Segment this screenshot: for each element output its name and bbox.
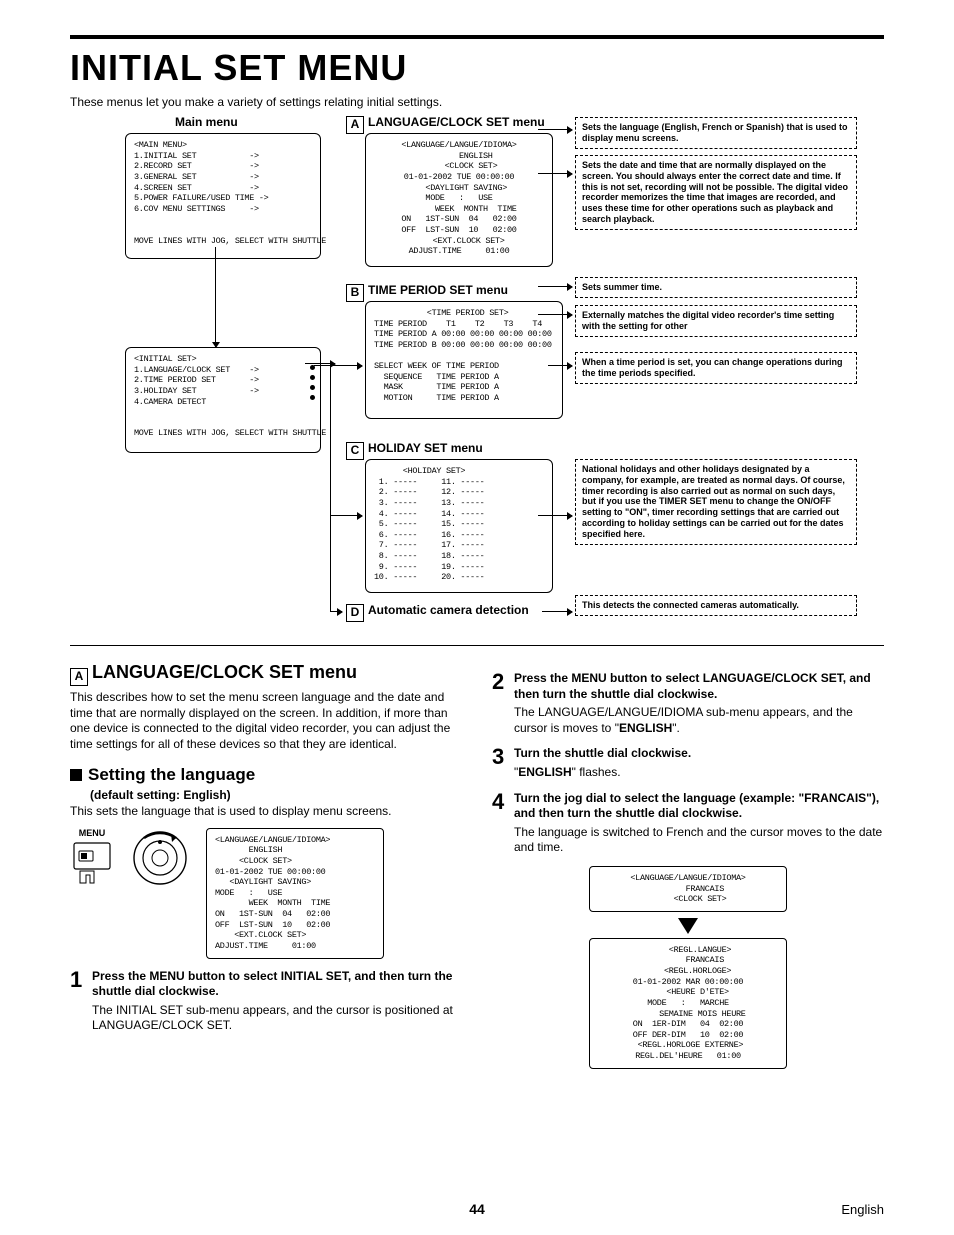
- menu-button-icon: MENU: [70, 828, 114, 886]
- initial-set-screen: <INITIAL SET> 1.LANGUAGE/CLOCK SET -> 2.…: [125, 347, 321, 453]
- black-square-icon: [70, 769, 82, 781]
- down-arrow-icon: [676, 914, 700, 936]
- step-2: 2 Press the MENU button to select LANGUA…: [492, 671, 884, 736]
- letter-b-icon: B: [346, 284, 364, 302]
- right-column: 2 Press the MENU button to select LANGUA…: [492, 661, 884, 1069]
- mini-screen-a: <LANGUAGE/LANGUE/IDIOMA> ENGLISH <CLOCK …: [206, 828, 384, 959]
- intro-text: These menus let you make a variety of se…: [70, 95, 884, 109]
- left-column: ALANGUAGE/CLOCK SET menu This describes …: [70, 661, 462, 1069]
- menu-diagram: Main menu ALANGUAGE/CLOCK SET menu BTIME…: [70, 115, 884, 655]
- letter-d-icon: D: [346, 604, 364, 622]
- french-screen-bottom: <REGL.LANGUE> FRANCAIS <REGL.HORLOGE> 01…: [589, 938, 787, 1069]
- callout-a2: Sets the date and time that are normally…: [575, 155, 857, 230]
- menu-a-screen: <LANGUAGE/LANGUE/IDIOMA> ENGLISH <CLOCK …: [365, 133, 553, 267]
- step-3: 3 Turn the shuttle dial clockwise. "ENGL…: [492, 746, 884, 780]
- callout-a3: Sets summer time.: [575, 277, 857, 298]
- step-2-number: 2: [492, 671, 508, 736]
- step-3-text: "ENGLISH" flashes.: [514, 765, 884, 781]
- step-2-head: Press the MENU button to select LANGUAGE…: [514, 671, 884, 702]
- callout-d: This detects the connected cameras autom…: [575, 595, 857, 616]
- step-1: 1 Press the MENU button to select INITIA…: [70, 969, 462, 1034]
- page-number: 44: [0, 1201, 954, 1217]
- setting-language-body: This sets the language that is used to d…: [70, 804, 462, 820]
- letter-c-icon: C: [346, 442, 364, 460]
- main-menu-label: Main menu: [175, 115, 238, 129]
- section-a-body: This describes how to set the menu scree…: [70, 690, 462, 752]
- callout-b: When a time period is set, you can chang…: [575, 352, 857, 384]
- letter-a-icon: A: [70, 668, 88, 686]
- section-a-heading: ALANGUAGE/CLOCK SET menu: [70, 661, 462, 686]
- english-label: English: [841, 1202, 884, 1217]
- page-title: INITIAL SET MENU: [70, 47, 884, 89]
- step-4-number: 4: [492, 791, 508, 856]
- menu-b-screen: <TIME PERIOD SET> TIME PERIOD T1 T2 T3 T…: [365, 301, 563, 419]
- step-3-head: Turn the shuttle dial clockwise.: [514, 746, 884, 762]
- callout-a1: Sets the language (English, French or Sp…: [575, 117, 857, 149]
- step-1-head: Press the MENU button to select INITIAL …: [92, 969, 462, 1000]
- menu-a-label: ALANGUAGE/CLOCK SET menu: [346, 115, 545, 134]
- step-1-text: The INITIAL SET sub-menu appears, and th…: [92, 1003, 462, 1034]
- step-3-number: 3: [492, 746, 508, 780]
- step-4-text: The language is switched to French and t…: [514, 825, 884, 856]
- letter-a-icon: A: [346, 116, 364, 134]
- shuttle-dial-icon: [130, 828, 190, 888]
- french-screen-top: <LANGUAGE/LANGUE/IDIOMA> FRANCAIS <CLOCK…: [589, 866, 787, 912]
- callout-a4: Externally matches the digital video rec…: [575, 305, 857, 337]
- main-menu-screen: <MAIN MENU> 1.INITIAL SET -> 2.RECORD SE…: [125, 133, 321, 259]
- menu-b-label: BTIME PERIOD SET menu: [346, 283, 508, 302]
- menu-c-screen: <HOLIDAY SET> 1. ----- 11. ----- 2. ----…: [365, 459, 553, 593]
- step-1-number: 1: [70, 969, 86, 1034]
- menu-d-label: DAutomatic camera detection: [346, 603, 529, 622]
- step-2-text: The LANGUAGE/LANGUE/IDIOMA sub-menu appe…: [514, 705, 884, 736]
- step-4: 4 Turn the jog dial to select the langua…: [492, 791, 884, 856]
- callout-c: National holidays and other holidays des…: [575, 459, 857, 545]
- default-setting: (default setting: English): [90, 788, 462, 804]
- step-4-head: Turn the jog dial to select the language…: [514, 791, 884, 822]
- setting-language-heading: Setting the language: [70, 764, 462, 786]
- menu-c-label: CHOLIDAY SET menu: [346, 441, 483, 460]
